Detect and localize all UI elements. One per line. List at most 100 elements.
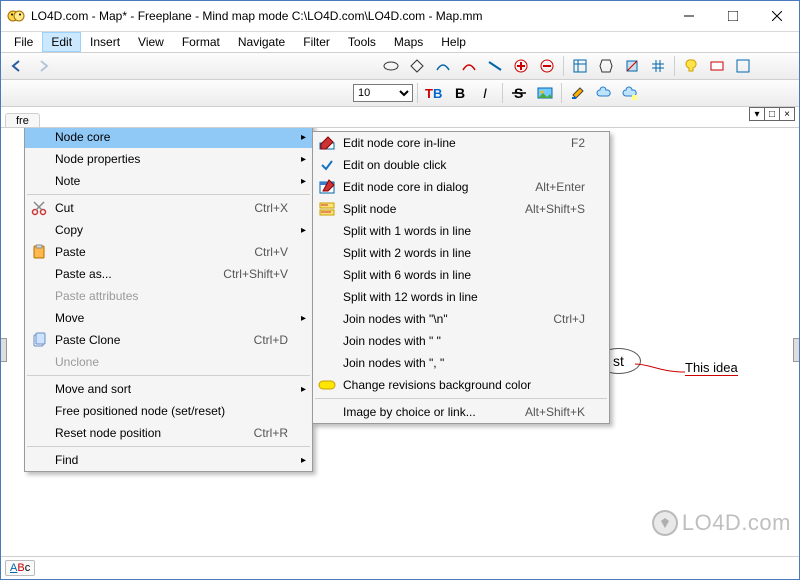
menu-item[interactable]: Paste CloneCtrl+D [25, 329, 312, 351]
toolbar-icon[interactable] [483, 54, 507, 78]
menu-item-label: Join nodes with ", " [343, 356, 585, 370]
menu-item[interactable]: Find▸ [25, 449, 312, 471]
toolbar-icon[interactable] [620, 54, 644, 78]
maximize-button[interactable] [711, 2, 755, 30]
menu-separator [315, 398, 607, 399]
add-icon[interactable] [509, 54, 533, 78]
cloud-icon[interactable] [592, 81, 616, 105]
font-color-icon[interactable]: TB [422, 81, 446, 105]
tab-close-icon[interactable]: × [779, 108, 794, 120]
edit-inline-icon [317, 133, 337, 153]
menu-item[interactable]: Image by choice or link...Alt+Shift+K [313, 401, 609, 423]
menu-item[interactable]: Split nodeAlt+Shift+S [313, 198, 609, 220]
menu-item[interactable]: Reset node positionCtrl+R [25, 422, 312, 444]
menu-icon [317, 265, 337, 285]
menu-insert[interactable]: Insert [81, 32, 129, 52]
map-tab[interactable]: fre [5, 113, 40, 127]
menu-item-label: Copy [55, 223, 288, 237]
menu-filter[interactable]: Filter [294, 32, 339, 52]
menu-item[interactable]: Join nodes with "\n"Ctrl+J [313, 308, 609, 330]
menu-icon [29, 264, 49, 284]
toolbar-icon[interactable] [379, 54, 403, 78]
toolbar-icon[interactable] [568, 54, 592, 78]
close-button[interactable] [755, 2, 799, 30]
next-map-button[interactable] [31, 54, 55, 78]
menu-item[interactable]: Split with 6 words in line [313, 264, 609, 286]
menu-item-label: Edit on double click [343, 158, 585, 172]
menu-icon [29, 171, 49, 191]
menu-icon [29, 352, 49, 372]
menu-item[interactable]: Split with 1 words in line [313, 220, 609, 242]
font-size-select[interactable]: 10 [353, 84, 413, 102]
canvas[interactable]: st This idea UndoCtrl+ZRedoCtrl+YNode co… [1, 128, 799, 556]
menu-item[interactable]: Edit node core in dialogAlt+Enter [313, 176, 609, 198]
app-window: LO4D.com - Map* - Freeplane - Mind map m… [0, 0, 800, 580]
toolbar-icon[interactable] [431, 54, 455, 78]
menu-tools[interactable]: Tools [339, 32, 385, 52]
statusbar: ABc [1, 556, 799, 579]
menu-icon [317, 402, 337, 422]
separator [417, 83, 418, 103]
menu-item[interactable]: Node core▸ [25, 128, 312, 148]
menu-item[interactable]: CutCtrl+X [25, 197, 312, 219]
menu-view[interactable]: View [129, 32, 173, 52]
idea-icon[interactable] [679, 54, 703, 78]
minimize-button[interactable] [667, 2, 711, 30]
toolbar-icon[interactable] [457, 54, 481, 78]
menu-item[interactable]: Edit node core in-lineF2 [313, 132, 609, 154]
menu-item[interactable]: Split with 2 words in line [313, 242, 609, 264]
toolbar-icon[interactable] [731, 54, 755, 78]
toolbar-icon[interactable] [405, 54, 429, 78]
menu-item[interactable]: Note▸ [25, 170, 312, 192]
paint-icon[interactable] [566, 81, 590, 105]
right-handle[interactable] [793, 338, 799, 362]
child-node[interactable]: This idea [685, 360, 738, 376]
menu-file[interactable]: File [5, 32, 42, 52]
menu-item-label: Join nodes with "\n" [343, 312, 529, 326]
tab-dropdown-icon[interactable]: ▾ [750, 108, 764, 120]
menu-item[interactable]: Node properties▸ [25, 148, 312, 170]
tab-restore-icon[interactable]: □ [764, 108, 779, 120]
toolbar-icon[interactable] [594, 54, 618, 78]
menu-item-label: Edit node core in dialog [343, 180, 511, 194]
menu-item[interactable]: Free positioned node (set/reset) [25, 400, 312, 422]
cut-icon [29, 198, 49, 218]
prev-map-button[interactable] [5, 54, 29, 78]
menu-item[interactable]: Copy▸ [25, 219, 312, 241]
menu-edit[interactable]: Edit [42, 32, 81, 52]
remove-icon[interactable] [535, 54, 559, 78]
menu-maps[interactable]: Maps [385, 32, 432, 52]
left-handle[interactable] [1, 338, 7, 362]
menu-format[interactable]: Format [173, 32, 229, 52]
italic-icon[interactable]: I [474, 81, 498, 105]
menu-item-label: Change revisions background color [343, 378, 585, 392]
toolbar-main [1, 53, 799, 80]
cloud-color-icon[interactable] [618, 81, 642, 105]
menu-item-label: Node core [55, 130, 288, 144]
menu-item-label: Move and sort [55, 382, 288, 396]
menu-item[interactable]: Paste as...Ctrl+Shift+V [25, 263, 312, 285]
menu-help[interactable]: Help [432, 32, 475, 52]
toolbar-icon[interactable] [646, 54, 670, 78]
image-icon[interactable] [533, 81, 557, 105]
menu-item-label: Edit node core in-line [343, 136, 547, 150]
status-abc[interactable]: ABc [5, 560, 35, 576]
separator [502, 83, 503, 103]
strikethrough-icon[interactable]: S [507, 81, 531, 105]
menu-item[interactable]: Change revisions background color [313, 374, 609, 396]
menu-item-label: Split with 1 words in line [343, 224, 585, 238]
menu-item-shortcut: F2 [547, 136, 585, 150]
menu-item[interactable]: PasteCtrl+V [25, 241, 312, 263]
toolbar-icon[interactable] [705, 54, 729, 78]
menu-item[interactable]: Split with 12 words in line [313, 286, 609, 308]
menu-item[interactable]: Join nodes with " " [313, 330, 609, 352]
menu-item[interactable]: Edit on double click [313, 154, 609, 176]
menu-item-label: Paste attributes [55, 289, 288, 303]
menu-navigate[interactable]: Navigate [229, 32, 294, 52]
menu-item-label: Cut [55, 201, 230, 215]
menu-item[interactable]: Join nodes with ", " [313, 352, 609, 374]
menu-item[interactable]: Move▸ [25, 307, 312, 329]
menu-icon [29, 450, 49, 470]
menu-item[interactable]: Move and sort▸ [25, 378, 312, 400]
bold-icon[interactable]: B [448, 81, 472, 105]
